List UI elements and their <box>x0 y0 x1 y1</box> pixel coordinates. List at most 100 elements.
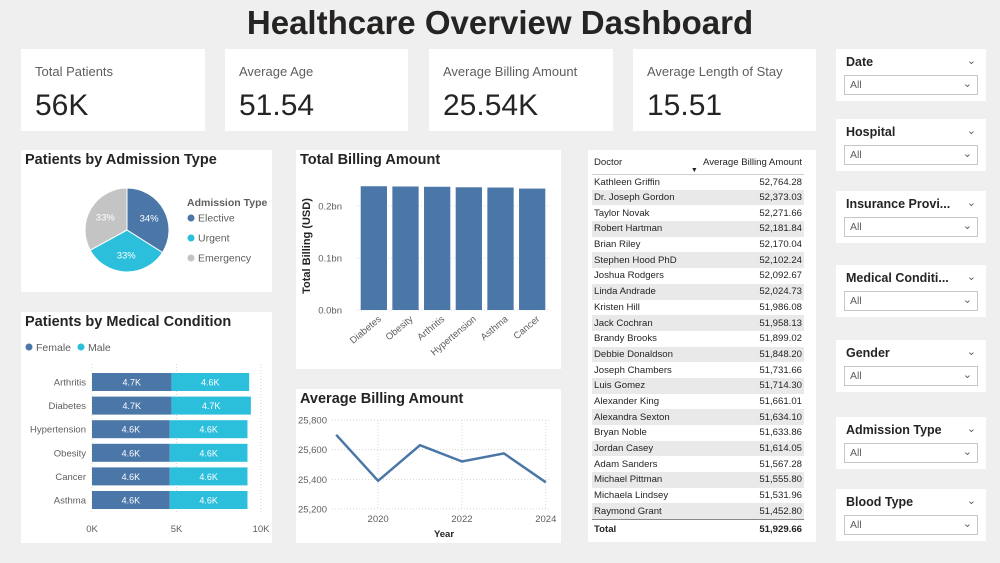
chevron-down-icon[interactable]: ⌄ <box>967 345 976 358</box>
admission-type-card[interactable]: Patients by Admission Type 34% 33% 33% Adm… <box>21 150 272 292</box>
total-billing-card[interactable]: Total Billing Amount Total Billing (USD)… <box>296 150 561 369</box>
chevron-down-icon[interactable]: ⌄ <box>967 494 976 507</box>
slicer-dropdown[interactable]: All ⌄ <box>844 443 978 463</box>
table-row[interactable]: Bryan Noble 51,633.86 <box>592 425 804 441</box>
table-row[interactable]: Joseph Chambers 51,731.66 <box>592 362 804 378</box>
table-row[interactable]: Jack Cochran 51,958.13 <box>592 315 804 331</box>
slicer-medical-conditi[interactable]: Medical Conditi... ⌄ All ⌄ <box>836 265 986 317</box>
slicer-dropdown[interactable]: All ⌄ <box>844 217 978 237</box>
kpi-card-average-age[interactable]: Average Age 51.54 <box>225 49 408 131</box>
bar-cancer[interactable] <box>519 188 546 310</box>
doctor-table[interactable]: Doctor Average Billing Amount ▼ Kathleen… <box>592 152 804 540</box>
y-tick-label: 25,400 <box>298 475 327 486</box>
average-billing-cell: 51,848.20 <box>688 346 804 363</box>
bar-asthma[interactable] <box>487 187 514 310</box>
column-header-doctor[interactable]: Doctor <box>592 152 689 175</box>
slicer-title: Admission Type <box>846 423 942 437</box>
table-row[interactable]: Debbie Donaldson 51,848.20 <box>592 346 804 363</box>
slicer-hospital[interactable]: Hospital ⌄ All ⌄ <box>836 119 986 171</box>
slicer-title: Blood Type <box>846 495 914 509</box>
table-row[interactable]: Robert Hartman 52,181.84 <box>592 221 804 237</box>
medical-condition-card[interactable]: Patients by Medical Condition Female Male… <box>21 312 272 543</box>
slicer-dropdown[interactable]: All ⌄ <box>844 515 978 535</box>
chevron-down-icon[interactable]: ⌄ <box>967 422 976 435</box>
slicer-insurance-provi[interactable]: Insurance Provi... ⌄ All ⌄ <box>836 191 986 243</box>
chevron-down-icon[interactable]: ⌄ <box>967 270 976 283</box>
y-tick-label: 25,200 <box>298 505 327 516</box>
slicer-value: All <box>850 79 862 91</box>
average-billing-cell: 51,555.80 <box>688 472 804 488</box>
doctor-name-cell: Kathleen Griffin <box>594 176 660 188</box>
doctor-table-card[interactable]: Doctor Average Billing Amount ▼ Kathleen… <box>588 150 816 542</box>
doctor-name-cell: Michael Pittman <box>592 472 689 488</box>
doctor-name-cell: Brandy Brooks <box>594 333 657 345</box>
chevron-down-icon[interactable]: ⌄ <box>967 124 976 137</box>
table-row[interactable]: Adam Sanders 51,567.28 <box>592 456 804 472</box>
kpi-card-average-stay[interactable]: Average Length of Stay 15.51 <box>633 49 816 131</box>
doctor-name-cell: Kristen Hill <box>594 301 640 313</box>
bar-obesity[interactable] <box>392 186 419 311</box>
table-row[interactable]: Luis Gomez 51,714.30 <box>592 377 804 394</box>
legend-item-female[interactable]: Female <box>36 342 71 354</box>
table-row[interactable]: Dr. Joseph Gordon 52,373.03 <box>592 189 804 206</box>
doctor-name-cell: Alexander King <box>594 395 660 407</box>
average-billing-card[interactable]: Average Billing Amount 25,200 25,400 25,60… <box>296 389 561 543</box>
admission-pie-chart[interactable]: 34% 33% 33% Admission Type Elective Urgent E… <box>21 150 272 292</box>
average-billing-cell: 52,024.73 <box>688 283 804 300</box>
slicer-blood-type[interactable]: Blood Type ⌄ All ⌄ <box>836 489 986 541</box>
legend-item-elective[interactable]: Elective <box>198 213 235 225</box>
slicer-dropdown[interactable]: All ⌄ <box>844 291 978 311</box>
table-row[interactable]: Taylor Novak 52,271.66 <box>592 205 804 221</box>
kpi-card-average-billing[interactable]: Average Billing Amount 25.54K <box>429 49 613 131</box>
slicer-admission-type[interactable]: Admission Type ⌄ All ⌄ <box>836 417 986 469</box>
table-row[interactable]: Michaela Lindsey 51,531.96 <box>592 488 804 504</box>
table-row[interactable]: Brandy Brooks 51,899.02 <box>592 331 804 347</box>
bar-value-label: 4.6K <box>201 378 220 388</box>
average-billing-cell: 52,092.67 <box>759 270 802 282</box>
kpi-label: Total Patients <box>35 64 114 79</box>
dropdown-caret-icon: ⌄ <box>962 148 972 160</box>
table-row[interactable]: Alexandra Sexton 51,634.10 <box>592 409 804 425</box>
bar-arthritis[interactable] <box>424 186 451 310</box>
legend-item-urgent[interactable]: Urgent <box>198 233 230 245</box>
slicer-value: All <box>850 519 862 531</box>
table-row[interactable]: Joshua Rodgers 52,092.67 <box>592 268 804 284</box>
table-row[interactable]: Michael Pittman 51,555.80 <box>592 472 804 488</box>
category-label: Hypertension <box>30 425 86 436</box>
chevron-down-icon[interactable]: ⌄ <box>967 196 976 209</box>
slicer-gender[interactable]: Gender ⌄ All ⌄ <box>836 340 986 392</box>
slicer-dropdown[interactable]: All ⌄ <box>844 145 978 165</box>
chevron-down-icon[interactable]: ⌄ <box>967 54 976 67</box>
table-row[interactable]: Linda Andrade 52,024.73 <box>592 283 804 300</box>
slicer-date[interactable]: Date ⌄ All ⌄ <box>836 49 986 101</box>
doctor-name-cell: Robert Hartman <box>592 221 689 237</box>
dropdown-caret-icon: ⌄ <box>962 220 972 232</box>
doctor-name-cell: Alexandra Sexton <box>592 409 689 425</box>
slicer-dropdown[interactable]: All ⌄ <box>844 75 978 95</box>
table-row[interactable]: Kathleen Griffin 52,764.28 <box>592 174 804 190</box>
table-row[interactable]: Jordan Casey 51,614.05 <box>592 440 804 457</box>
average-billing-chart[interactable]: 25,200 25,400 25,600 25,800 2020 2022 2024 Yea… <box>296 389 561 543</box>
medical-condition-chart[interactable]: Female Male Arthritis 4.7K 4.6K Diabetes 4.7K… <box>21 312 272 543</box>
table-row[interactable]: Raymond Grant 51,452.80 <box>592 503 804 520</box>
bar-hypertension[interactable] <box>455 187 482 310</box>
table-row[interactable]: Kristen Hill 51,986.08 <box>592 300 804 316</box>
y-tick-label: 25,800 <box>298 416 327 427</box>
kpi-card-total-patients[interactable]: Total Patients 56K <box>21 49 205 131</box>
slicer-value: All <box>850 149 862 161</box>
x-tick-label: 10K <box>253 524 271 535</box>
kpi-label: Average Age <box>239 64 314 79</box>
bar-diabetes[interactable] <box>360 186 387 310</box>
slicer-dropdown[interactable]: All ⌄ <box>844 366 978 386</box>
legend-item-male[interactable]: Male <box>88 342 111 354</box>
table-row[interactable]: Alexander King 51,661.01 <box>592 394 804 410</box>
table-row[interactable]: Stephen Hood PhD 52,102.24 <box>592 252 804 269</box>
doctor-name-cell: Joseph Chambers <box>594 364 672 376</box>
column-header-average-billing[interactable]: Average Billing Amount ▼ <box>688 152 804 175</box>
doctor-name-cell: Michaela Lindsey <box>594 490 669 502</box>
table-row[interactable]: Brian Riley 52,170.04 <box>592 237 804 253</box>
legend-item-emergency[interactable]: Emergency <box>198 253 252 265</box>
total-billing-chart[interactable]: Total Billing (USD) 0.0bn 0.1bn 0.2bn Diabe… <box>296 150 561 369</box>
average-billing-cell: 51,633.86 <box>759 427 802 439</box>
bar-value-label: 4.6K <box>122 448 141 458</box>
